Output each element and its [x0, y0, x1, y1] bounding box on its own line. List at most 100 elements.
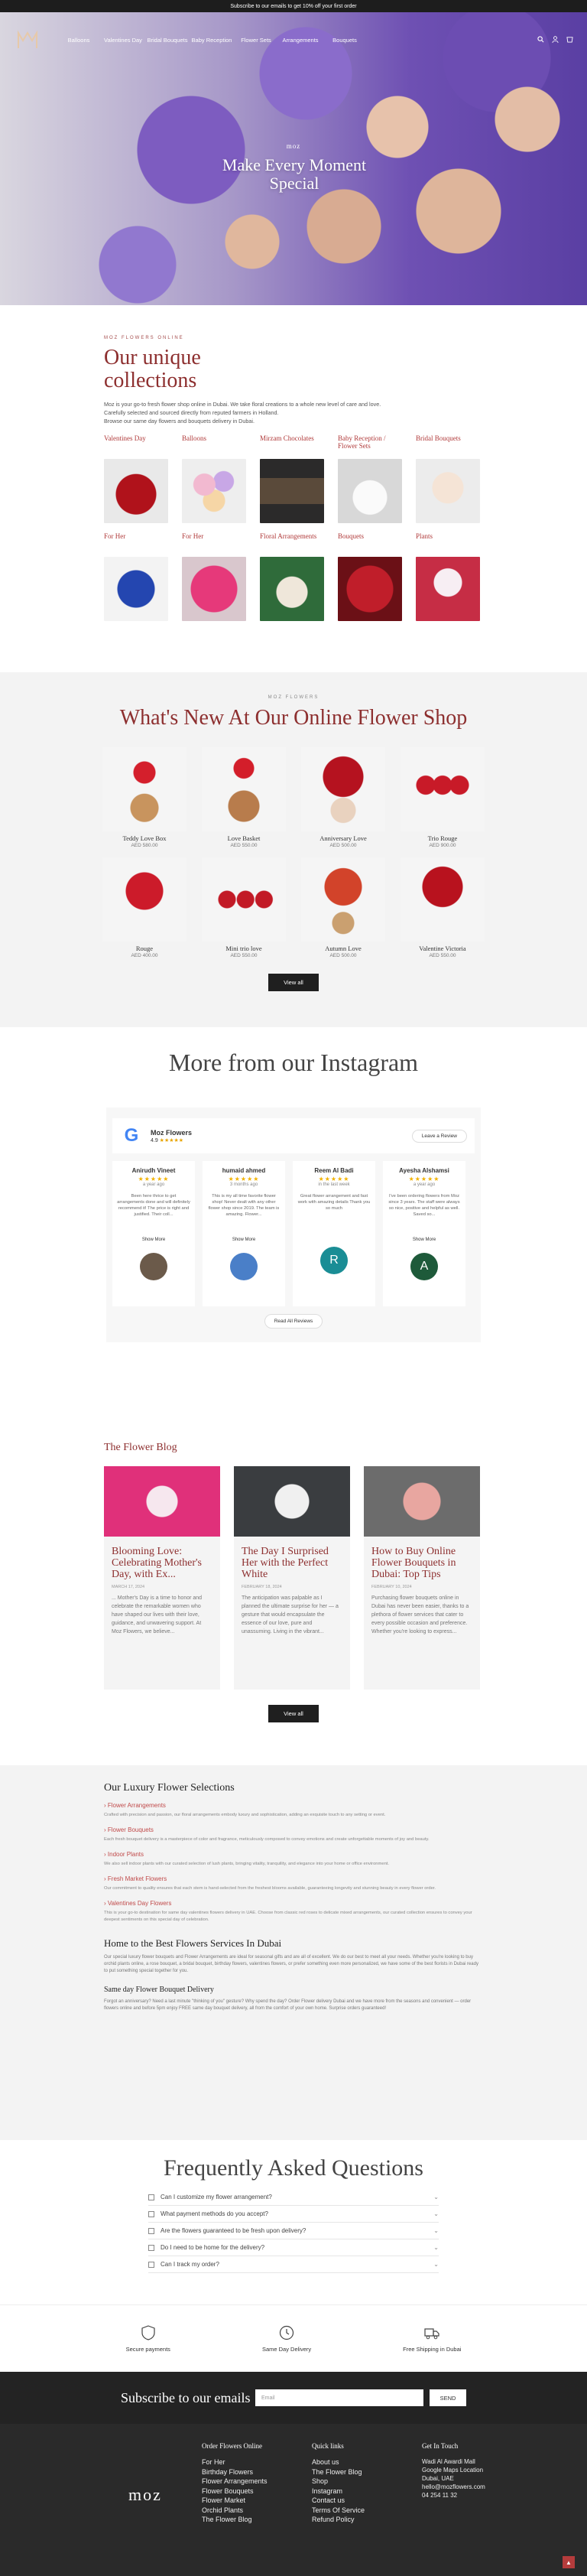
product-card[interactable]: Anniversary Love AED 500.00 — [301, 747, 385, 848]
collection-image[interactable] — [338, 557, 402, 621]
luxury-item-heading[interactable]: › Flower Bouquets — [104, 1826, 483, 1833]
footer-contact-line[interactable]: 04 254 11 32 — [422, 2491, 506, 2500]
luxury-item-heading[interactable]: › Indoor Plants — [104, 1851, 483, 1858]
expand-icon[interactable]: ⌄ — [433, 2194, 439, 2200]
expand-icon[interactable]: ⌄ — [433, 2261, 439, 2268]
collection-card[interactable]: Bridal Bouquets — [416, 434, 483, 532]
product-image[interactable] — [102, 857, 186, 942]
nav-link-bridal[interactable]: Bridal Bouquets — [145, 37, 190, 44]
product-card[interactable]: Valentine Victoria AED 550.00 — [401, 857, 485, 958]
footer-contact-line[interactable]: hello@mozflowers.com — [422, 2483, 506, 2491]
nav-link-baby-reception[interactable]: Baby Reception — [190, 37, 234, 44]
view-all-products-button[interactable]: View all — [268, 974, 319, 991]
cart-icon[interactable] — [566, 36, 573, 44]
luxury-item-heading[interactable]: › Fresh Market Flowers — [104, 1875, 483, 1882]
product-card[interactable]: Teddy Love Box AED 580.00 — [102, 747, 186, 848]
product-image[interactable] — [202, 857, 286, 942]
show-more-link[interactable]: Show More — [117, 1238, 190, 1242]
nav-link-valentines[interactable]: Valentines Day — [101, 37, 145, 44]
product-image[interactable] — [401, 857, 485, 942]
collection-image[interactable] — [260, 557, 324, 621]
footer-link[interactable]: For Her — [202, 2457, 286, 2467]
footer-link[interactable]: Shop — [312, 2477, 396, 2487]
luxury-item-heading[interactable]: › Flower Arrangements — [104, 1802, 483, 1809]
footer-logo[interactable]: moz — [128, 2485, 162, 2505]
email-field[interactable]: Email — [255, 2389, 423, 2406]
collection-image[interactable] — [338, 459, 402, 523]
faq-title: Frequently Asked Questions — [164, 2155, 423, 2181]
footer-link[interactable]: Terms Of Service — [312, 2506, 396, 2516]
nav-link-bouquets[interactable]: Bouquets — [323, 37, 367, 44]
collection-card[interactable]: Bouquets — [338, 532, 405, 630]
product-card[interactable]: Rouge AED 400.00 — [102, 857, 186, 958]
blog-post-image[interactable] — [104, 1466, 220, 1537]
product-image[interactable] — [401, 747, 485, 831]
view-all-blog-button[interactable]: View all — [268, 1705, 319, 1722]
footer-link[interactable]: The Flower Blog — [202, 2515, 286, 2525]
nav-link-flower-sets[interactable]: Flower Sets — [234, 37, 278, 44]
faq-item[interactable]: Are the flowers guaranteed to be fresh u… — [148, 2223, 439, 2239]
product-card[interactable]: Mini trio love AED 550.00 — [202, 857, 286, 958]
expand-icon[interactable]: ⌄ — [433, 2210, 439, 2217]
faq-item[interactable]: What payment methods do you accept? ⌄ — [148, 2206, 439, 2223]
leave-review-button[interactable]: Leave a Review — [411, 1129, 467, 1143]
user-icon[interactable] — [552, 35, 559, 44]
product-image[interactable] — [102, 747, 186, 831]
blog-post-card[interactable]: Blooming Love: Celebrating Mother's Day,… — [104, 1466, 220, 1690]
footer-link[interactable]: Flower Arrangements — [202, 2477, 286, 2487]
product-card[interactable]: Love Basket AED 550.00 — [202, 747, 286, 848]
subscribe-button[interactable]: SEND — [430, 2389, 466, 2406]
footer-link[interactable]: Refund Policy — [312, 2515, 396, 2525]
read-all-reviews-button[interactable]: Read All Reviews — [264, 1314, 323, 1329]
footer-link[interactable]: About us — [312, 2457, 396, 2467]
footer-contact-line[interactable]: Google Maps Location — [422, 2466, 506, 2474]
collection-card[interactable]: Plants — [416, 532, 483, 630]
blog-post-title[interactable]: How to Buy Online Flower Bouquets in Dub… — [371, 1546, 472, 1580]
expand-icon[interactable]: ⌄ — [433, 2244, 439, 2251]
collection-image[interactable] — [104, 557, 168, 621]
collection-card[interactable]: For Her — [104, 532, 171, 630]
luxury-item-heading[interactable]: › Valentines Day Flowers — [104, 1900, 483, 1907]
blog-post-image[interactable] — [364, 1466, 480, 1537]
collection-image[interactable] — [182, 459, 246, 523]
product-card[interactable]: Autumn Love AED 500.00 — [301, 857, 385, 958]
blog-post-image[interactable] — [234, 1466, 350, 1537]
faq-item[interactable]: Can I track my order? ⌄ — [148, 2256, 439, 2273]
blog-post-title[interactable]: The Day I Surprised Her with the Perfect… — [242, 1546, 342, 1580]
expand-icon[interactable]: ⌄ — [433, 2227, 439, 2234]
collection-card[interactable]: Baby Reception / Flower Sets — [338, 434, 405, 532]
blog-post-card[interactable]: How to Buy Online Flower Bouquets in Dub… — [364, 1466, 480, 1690]
collection-image[interactable] — [260, 459, 324, 523]
show-more-link[interactable]: Show More — [207, 1238, 281, 1242]
collection-card[interactable]: Balloons — [182, 434, 249, 532]
brand-logo[interactable] — [12, 28, 43, 51]
site-footer: moz Order Flowers Online For Her Birthda… — [0, 2424, 587, 2576]
footer-link[interactable]: Birthday Flowers — [202, 2467, 286, 2477]
faq-item[interactable]: Do I need to be home for the delivery? ⌄ — [148, 2239, 439, 2256]
blog-post-card[interactable]: The Day I Surprised Her with the Perfect… — [234, 1466, 350, 1690]
footer-link[interactable]: Flower Market — [202, 2496, 286, 2506]
footer-link[interactable]: The Flower Blog — [312, 2467, 396, 2477]
product-image[interactable] — [301, 747, 385, 831]
product-image[interactable] — [301, 857, 385, 942]
collection-card[interactable]: Mirzam Chocolates — [260, 434, 327, 532]
collection-card[interactable]: For Her — [182, 532, 249, 630]
nav-link-arrangements[interactable]: Arrangements — [278, 37, 323, 44]
product-card[interactable]: Trio Rouge AED 900.00 — [401, 747, 485, 848]
collection-card[interactable]: Valentines Day — [104, 434, 171, 532]
footer-link[interactable]: Orchid Plants — [202, 2506, 286, 2516]
blog-post-title[interactable]: Blooming Love: Celebrating Mother's Day,… — [112, 1546, 212, 1580]
collection-image[interactable] — [416, 459, 480, 523]
footer-link[interactable]: Contact us — [312, 2496, 396, 2506]
footer-link[interactable]: Flower Bouquets — [202, 2487, 286, 2496]
collection-image[interactable] — [182, 557, 246, 621]
collection-card[interactable]: Floral Arrangements — [260, 532, 327, 630]
show-more-link[interactable]: Show More — [388, 1238, 461, 1242]
collection-image[interactable] — [104, 459, 168, 523]
search-icon[interactable] — [537, 35, 544, 44]
collection-image[interactable] — [416, 557, 480, 621]
faq-item[interactable]: Can I customize my flower arrangement? ⌄ — [148, 2189, 439, 2206]
product-image[interactable] — [202, 747, 286, 831]
footer-link[interactable]: Instagram — [312, 2487, 396, 2496]
nav-link-balloons[interactable]: Balloons — [57, 37, 101, 44]
